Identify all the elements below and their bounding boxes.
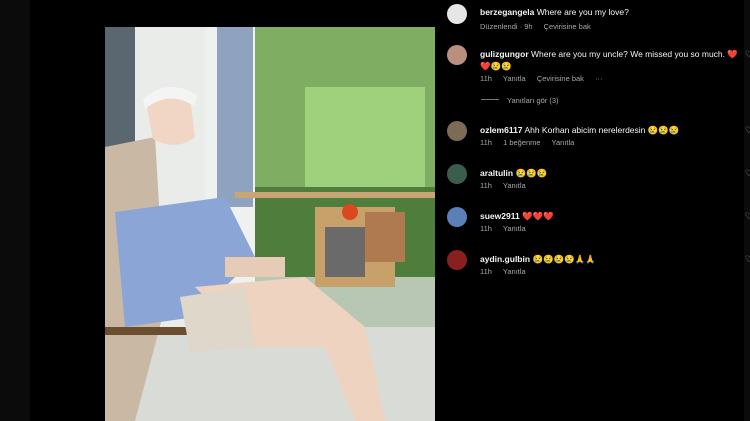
comments-panel: berzegangela Where are you my love? Düze… — [441, 0, 750, 421]
reply-button[interactable]: Yanıtla — [552, 138, 575, 147]
avatar[interactable] — [447, 45, 467, 65]
comment-username[interactable]: suew2911 — [480, 211, 520, 221]
edited-time: Düzenlendi · 9h — [480, 22, 533, 31]
heart-icon[interactable]: ♡ — [745, 211, 750, 222]
caption-meta: Düzenlendi · 9h Çevirisine bak — [480, 22, 600, 31]
translate-link[interactable]: Çevirisine bak — [544, 22, 591, 31]
translate-link[interactable]: Çevirisine bak — [537, 74, 584, 83]
heart-icon[interactable]: ♡ — [745, 125, 750, 136]
view-replies[interactable]: Yanıtları gör (3) — [481, 96, 559, 105]
comment-body: Ahh Korhan abicim nerelerdesin 😢😢😢 — [524, 125, 680, 135]
caption-body: Where are you my love? — [536, 7, 629, 17]
comment-username[interactable]: ozlem6117 — [480, 125, 523, 135]
comment-text: araltulin 😢😢😢 — [480, 167, 739, 179]
comment-time: 11h — [480, 138, 492, 147]
post-photo-illustration — [105, 27, 435, 421]
heart-icon[interactable]: ♡ — [745, 168, 750, 179]
comment-meta: 11h Yanıtla — [480, 267, 535, 276]
comment-username[interactable]: gulizgungor — [480, 49, 529, 59]
comment-text: aydin.gulbin 😢😢😢😢🙏🙏 — [480, 253, 739, 265]
avatar[interactable] — [447, 121, 467, 141]
comment-text: ozlem6117 Ahh Korhan abicim nerelerdesin… — [480, 124, 739, 136]
reply-button[interactable]: Yanıtla — [503, 74, 526, 83]
heart-icon[interactable]: ♡ — [745, 49, 750, 60]
like-count[interactable]: 1 beğenme — [503, 138, 541, 147]
reply-button[interactable]: Yanıtla — [503, 181, 526, 190]
comment-text: gulizgungor Where are you my uncle? We m… — [480, 48, 739, 72]
replies-divider — [481, 99, 499, 100]
heart-icon[interactable]: ♡ — [745, 254, 750, 265]
avatar[interactable] — [447, 207, 467, 227]
comment-body: 😢😢😢😢🙏🙏 — [532, 254, 596, 264]
post-image — [105, 27, 435, 421]
reply-button[interactable]: Yanıtla — [503, 267, 526, 276]
caption-username[interactable]: berzegangela — [480, 7, 534, 17]
view-replies-label[interactable]: Yanıtları gör (3) — [507, 96, 559, 105]
comment-time: 11h — [480, 74, 492, 83]
avatar[interactable] — [447, 250, 467, 270]
comment-body: 😢😢😢 — [515, 168, 548, 178]
comment-meta: 11h Yanıtla — [480, 181, 535, 190]
avatar[interactable] — [447, 164, 467, 184]
avatar[interactable] — [447, 4, 467, 24]
comment-time: 11h — [480, 224, 492, 233]
comment-meta: 11h Yanıtla — [480, 224, 535, 233]
caption-text: berzegangela Where are you my love? — [480, 6, 739, 18]
comment-meta: 11h Yanıtla Çevirisine bak ··· — [480, 74, 612, 83]
comment-time: 11h — [480, 267, 492, 276]
comment-body: ❤️❤️❤️ — [522, 211, 554, 221]
more-icon[interactable]: ··· — [595, 74, 603, 83]
comment-text: suew2911 ❤️❤️❤️ — [480, 210, 739, 222]
reply-button[interactable]: Yanıtla — [503, 224, 526, 233]
comment-meta: 11h 1 beğenme Yanıtla — [480, 138, 583, 147]
comment-username[interactable]: aydin.gulbin — [480, 254, 530, 264]
comment-time: 11h — [480, 181, 492, 190]
left-gutter — [0, 0, 30, 421]
comment-username[interactable]: araltulin — [480, 168, 513, 178]
